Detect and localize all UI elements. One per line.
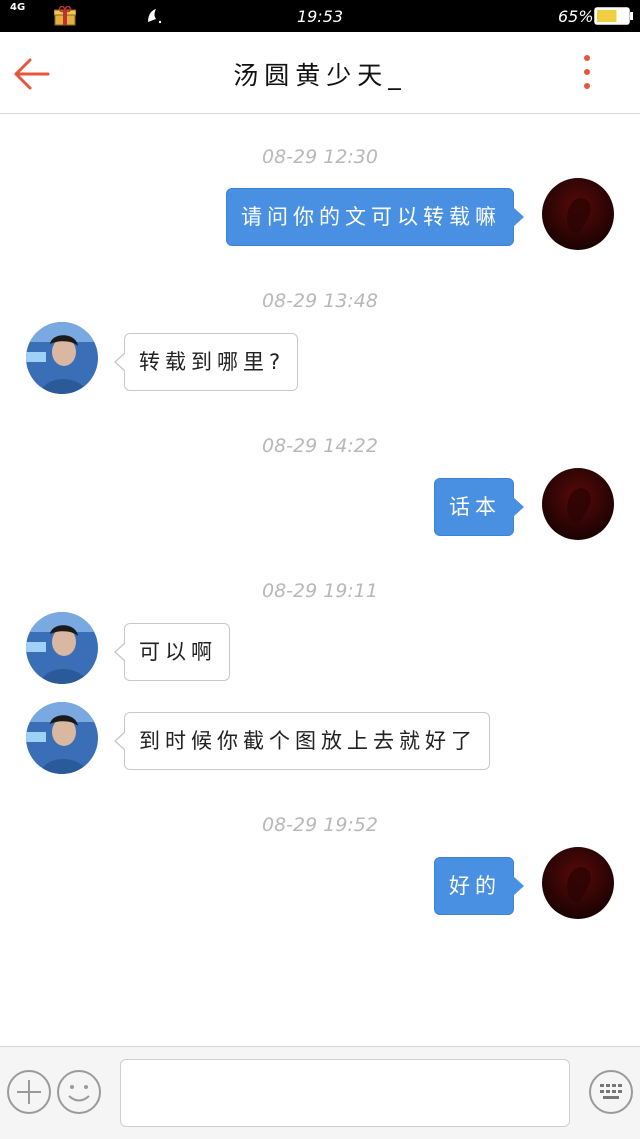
more-vertical-icon: [584, 55, 590, 89]
keyboard-toggle-button[interactable]: [588, 1069, 634, 1115]
attach-button[interactable]: [6, 1069, 52, 1115]
battery-percent: 65%: [558, 7, 594, 26]
chat-header: 汤圆黄少天_: [0, 32, 640, 114]
battery-icon: [594, 7, 634, 25]
emoji-button[interactable]: [56, 1069, 102, 1115]
message-bubble-outgoing[interactable]: 好的: [434, 857, 524, 915]
back-button[interactable]: [12, 54, 52, 94]
message-timestamp: 08-29 19:52: [261, 814, 378, 836]
more-options-button[interactable]: [570, 50, 604, 98]
contact-avatar[interactable]: [26, 702, 98, 774]
my-avatar[interactable]: [542, 178, 614, 250]
clock: 19:53: [296, 7, 344, 26]
message-list[interactable]: 08-29 12:30 请问你的文可以转载嘛 08-29 13:48 转载到哪里…: [0, 114, 640, 1046]
message-bubble-outgoing[interactable]: 请问你的文可以转载嘛: [226, 188, 524, 246]
contact-avatar[interactable]: [26, 612, 98, 684]
my-avatar[interactable]: [542, 468, 614, 540]
input-bar: [0, 1046, 640, 1139]
arrow-left-icon: [14, 58, 50, 90]
message-timestamp: 08-29 13:48: [261, 290, 378, 312]
message-bubble-outgoing[interactable]: 话本: [434, 478, 524, 536]
plus-icon: [7, 1070, 51, 1114]
contact-avatar[interactable]: [26, 322, 98, 394]
message-input[interactable]: [120, 1059, 570, 1127]
message-timestamp: 08-29 12:30: [261, 146, 378, 168]
keyboard-icon: [589, 1070, 633, 1114]
message-timestamp: 08-29 19:11: [261, 580, 378, 602]
message-bubble-incoming[interactable]: 转载到哪里?: [113, 333, 299, 391]
chat-title: 汤圆黄少天_: [233, 61, 407, 90]
message-bubble-incoming[interactable]: 到时候你截个图放上去就好了: [114, 712, 490, 770]
message-timestamp: 08-29 14:22: [261, 435, 378, 457]
status-bar: 4G 19:53 65%: [0, 0, 640, 32]
message-bubble-incoming[interactable]: 可以啊: [114, 623, 230, 681]
my-avatar[interactable]: [542, 847, 614, 919]
emoji-icon: [57, 1070, 101, 1114]
